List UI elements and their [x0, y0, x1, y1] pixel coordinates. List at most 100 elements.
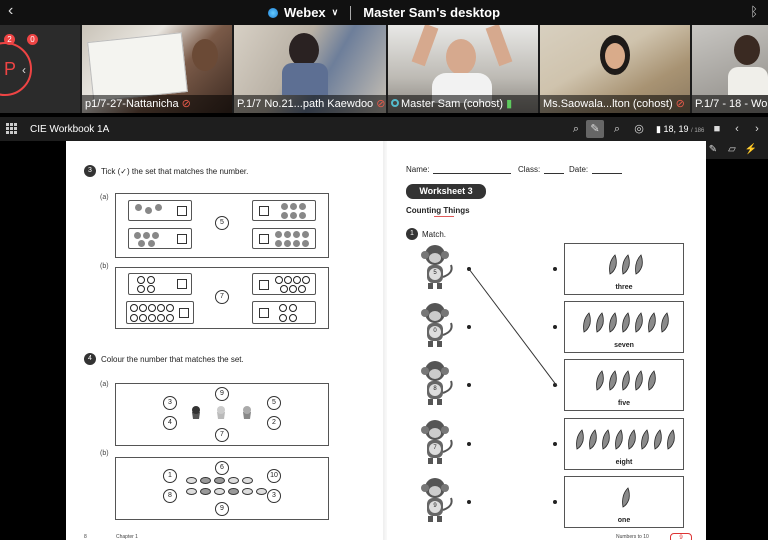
- number-option[interactable]: 7: [215, 428, 229, 442]
- ball-icon: [147, 285, 155, 293]
- chevron-down-icon[interactable]: ∨: [332, 7, 339, 18]
- match-dot[interactable]: [467, 267, 471, 271]
- match-dot[interactable]: [467, 500, 471, 504]
- donut-icon: [242, 477, 253, 484]
- question-4a-box: 3 4 9 7 5 2: [115, 383, 329, 446]
- number-option[interactable]: 2: [267, 416, 281, 430]
- self-tile[interactable]: P 2 0 ‹: [0, 25, 80, 113]
- video-paper: [87, 32, 188, 102]
- tick-box[interactable]: [177, 279, 187, 289]
- participant-strip: P 2 0 ‹ p1/7-27-Nattanicha ⊘ P.1/7 No.21.…: [0, 25, 768, 113]
- participant-name: Master Sam (cohost) ▮: [388, 95, 538, 113]
- meeting-title-group[interactable]: Webex ∨ Master Sam's desktop: [267, 5, 500, 20]
- eraser-icon[interactable]: ▱: [725, 143, 739, 157]
- bookmark-icon[interactable]: ■: [708, 120, 726, 138]
- meeting-title-bar: ‹ Webex ∨ Master Sam's desktop ᛒ: [0, 0, 768, 25]
- video-person: [289, 33, 319, 67]
- match-dot[interactable]: [467, 325, 471, 329]
- participant-tile[interactable]: Ms.Saowala...lton (cohost) ⊘: [540, 25, 690, 113]
- number-option[interactable]: 3: [163, 396, 177, 410]
- page-fold: [383, 141, 387, 540]
- banana-icon: [573, 429, 585, 451]
- participant-tile[interactable]: Master Sam (cohost) ▮: [388, 25, 538, 113]
- question-3b-box: 7: [115, 267, 329, 329]
- ball-icon: [275, 276, 283, 284]
- set-option: [252, 273, 316, 295]
- number-option[interactable]: 1: [163, 469, 177, 483]
- ball-icon: [137, 276, 145, 284]
- tick-box[interactable]: [259, 280, 269, 290]
- participant-tile[interactable]: P.1/7 - 18 - Wora: [692, 25, 768, 113]
- question-text: Match.: [422, 230, 447, 239]
- next-page-icon[interactable]: ›: [748, 120, 766, 138]
- participant-name: P.1/7 No.21...path Kaewdoo ⊘: [234, 95, 386, 113]
- number-option[interactable]: 9: [215, 387, 229, 401]
- cupcake-icon: [243, 406, 251, 419]
- ball-icon: [166, 304, 174, 312]
- participant-tile[interactable]: p1/7-27-Nattanicha ⊘: [82, 25, 232, 113]
- dot: [299, 203, 306, 210]
- number-option[interactable]: 9: [215, 502, 229, 516]
- banana-icon: [645, 312, 657, 334]
- part-label: (b): [100, 450, 109, 457]
- clear-icon[interactable]: ⚡: [744, 143, 758, 157]
- palette-icon[interactable]: ◎: [630, 120, 648, 138]
- monkey-number: 9: [433, 503, 437, 509]
- number-option[interactable]: 10: [267, 469, 281, 483]
- match-dot[interactable]: [467, 442, 471, 446]
- number-option[interactable]: 3: [267, 489, 281, 503]
- tick-box[interactable]: [259, 234, 269, 244]
- number-option[interactable]: 8: [163, 489, 177, 503]
- class-label: Class:: [518, 165, 541, 174]
- match-dot[interactable]: [553, 325, 557, 329]
- ball-icon: [139, 314, 147, 322]
- mic-muted-icon: ⊘: [376, 98, 386, 110]
- previous-page-icon[interactable]: ‹: [728, 120, 746, 138]
- match-dot[interactable]: [553, 442, 557, 446]
- ball-icon: [279, 304, 287, 312]
- donut-icon: [200, 477, 211, 484]
- banana-icon: [625, 429, 637, 451]
- tick-box[interactable]: [259, 308, 269, 318]
- match-dot[interactable]: [553, 267, 557, 271]
- question-number: 1: [406, 228, 418, 240]
- annotate-icon[interactable]: ✎: [586, 120, 604, 138]
- match-dot[interactable]: [467, 383, 471, 387]
- question-number: 3: [84, 165, 96, 177]
- chevron-left-icon[interactable]: ‹: [22, 63, 26, 77]
- banana-icon: [593, 370, 605, 392]
- tick-box[interactable]: [177, 206, 187, 216]
- tick-box[interactable]: [177, 234, 187, 244]
- banana-icon: [586, 429, 598, 451]
- number-option[interactable]: 5: [267, 396, 281, 410]
- banana-icon: [606, 370, 618, 392]
- page-indicator[interactable]: ▮ 18, 19 / 186: [656, 124, 704, 135]
- zoom-in-icon[interactable]: ⌕: [567, 120, 585, 138]
- ball-icon: [284, 276, 292, 284]
- back-chevron-icon[interactable]: ‹: [8, 2, 13, 20]
- banana-icon: [619, 312, 631, 334]
- zoom-out-icon[interactable]: ⌕: [608, 120, 626, 138]
- monkey-picture: 5: [418, 243, 458, 291]
- page-number-left: 8: [84, 534, 87, 540]
- video-arm: [485, 25, 513, 67]
- banana-icon: [599, 429, 611, 451]
- banana-icon: [612, 429, 624, 451]
- banana-group-box: seven: [564, 301, 684, 353]
- date-line: [592, 173, 622, 174]
- tick-box[interactable]: [259, 206, 269, 216]
- video-person: [446, 39, 476, 75]
- grid-menu-icon[interactable]: [6, 123, 17, 134]
- ball-icon: [289, 285, 297, 293]
- match-dot[interactable]: [553, 500, 557, 504]
- tick-box[interactable]: [179, 308, 189, 318]
- dot: [143, 232, 150, 239]
- dot: [134, 232, 141, 239]
- match-dot[interactable]: [553, 383, 557, 387]
- participant-tile[interactable]: P.1/7 No.21...path Kaewdoo ⊘: [234, 25, 386, 113]
- monkey-picture: 8: [418, 359, 458, 407]
- number-option[interactable]: 6: [215, 461, 229, 475]
- highlighter-icon[interactable]: ✎: [706, 143, 720, 157]
- ball-icon: [298, 285, 306, 293]
- number-option[interactable]: 4: [163, 416, 177, 430]
